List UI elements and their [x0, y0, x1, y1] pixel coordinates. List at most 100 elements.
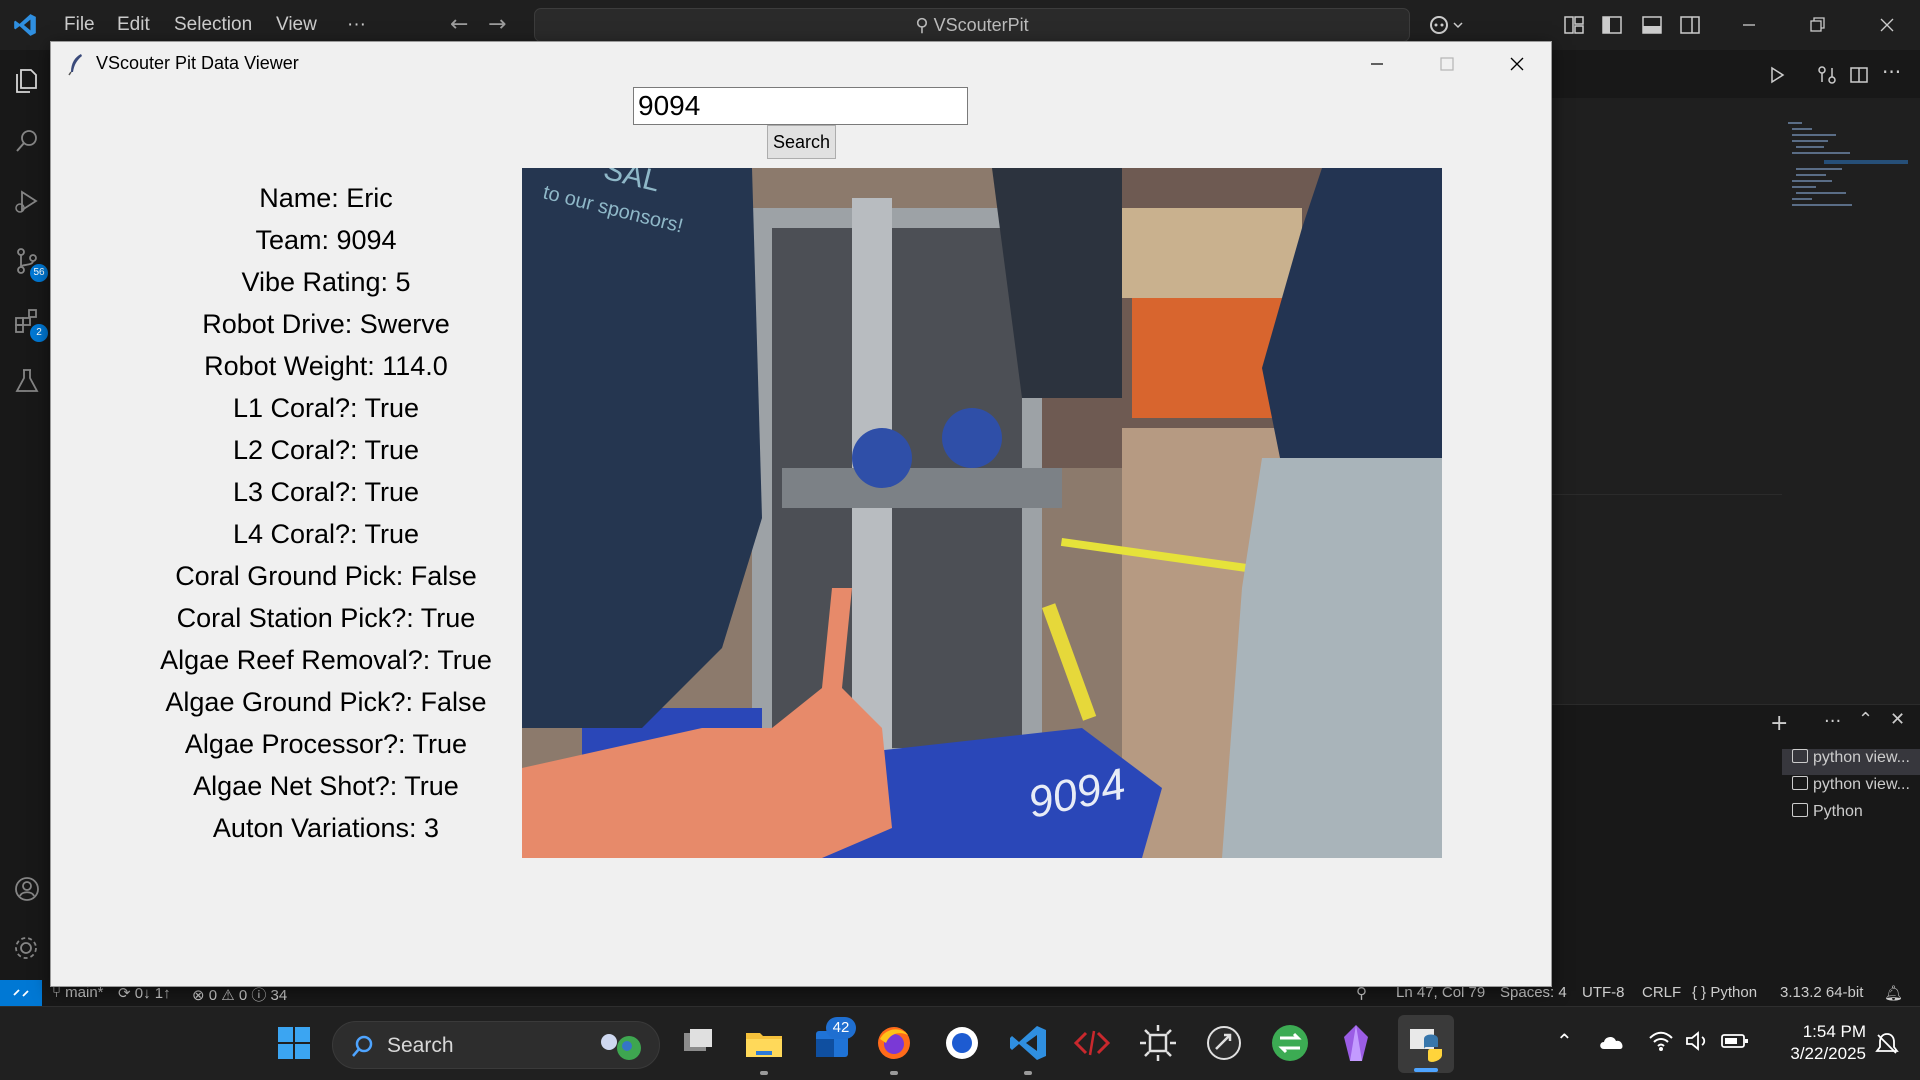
run-debug-icon[interactable] — [12, 186, 42, 216]
minimap[interactable] — [1788, 122, 1908, 242]
notifications-bell-icon[interactable]: 🔔︎ — [1884, 984, 1903, 1002]
robot-photo: 9094 to our sponsors! SAL — [522, 168, 1442, 858]
tk-feather-icon — [68, 54, 82, 76]
field-vibe-rating: Vibe Rating: 5 — [241, 267, 411, 297]
toggle-sidebar-icon[interactable] — [1600, 13, 1624, 37]
onedrive-cloud-icon[interactable] — [1598, 1031, 1628, 1053]
command-center-label: VScouterPit — [933, 15, 1029, 35]
search-icon[interactable] — [12, 126, 42, 156]
customize-layout-icon[interactable] — [1562, 13, 1586, 37]
activity-bar: 56 2 — [0, 50, 52, 980]
problems-status[interactable]: ⊗ 0 ⚠ 0 ⓘ 34 — [192, 984, 287, 1005]
sync-label: 0↓ 1↑ — [134, 985, 171, 1002]
firefox-running-indicator — [890, 1071, 898, 1075]
field-robot-drive: Robot Drive: Swerve — [202, 309, 450, 339]
toggle-panel-icon[interactable] — [1640, 13, 1664, 37]
vscode-close-icon[interactable] — [1872, 10, 1902, 40]
panel-more-icon[interactable]: ··· — [1824, 711, 1841, 732]
battery-icon[interactable] — [1720, 1031, 1750, 1051]
github-desktop-icon[interactable] — [1202, 1021, 1246, 1065]
taskbar-clock[interactable]: 1:54 PM 3/22/2025 — [1766, 1021, 1866, 1065]
show-hidden-icons-chevron-icon[interactable]: ⌃ — [1556, 1029, 1573, 1053]
open-changes-icon[interactable] — [1816, 64, 1838, 86]
terminal-panel: + ··· ⌃ ✕ python view... python view... … — [1552, 704, 1920, 980]
menu-view[interactable]: View — [276, 14, 317, 36]
editor-more-icon[interactable]: ··· — [1882, 60, 1901, 84]
terminal-tab-python-1[interactable]: python view... — [1782, 749, 1920, 775]
language-mode[interactable]: { } Python — [1692, 984, 1757, 1001]
sync-arrows-app-icon[interactable] — [1268, 1021, 1312, 1065]
terminal-tab-label: Python — [1813, 803, 1863, 820]
split-editor-icon[interactable] — [1848, 64, 1870, 86]
field-robot-weight: Robot Weight: 114.0 — [204, 351, 448, 381]
manage-gear-icon[interactable] — [12, 934, 42, 964]
accounts-icon[interactable] — [12, 874, 42, 904]
terminal-tab-python-2[interactable]: python view... — [1782, 776, 1920, 802]
code-tag-app-icon[interactable] — [1070, 1021, 1114, 1065]
encoding-status[interactable]: UTF-8 — [1582, 984, 1625, 1001]
search-icon — [352, 1035, 373, 1057]
sync-icon: ⟳ — [118, 985, 135, 1002]
maximize-panel-icon[interactable]: ⌃ — [1858, 709, 1873, 730]
toggle-secondary-sidebar-icon[interactable] — [1678, 13, 1702, 37]
team-search-input[interactable] — [633, 87, 968, 125]
remote-indicator[interactable] — [0, 980, 42, 1006]
field-l3-coral: L3 Coral?: True — [232, 477, 420, 507]
close-panel-icon[interactable]: ✕ — [1890, 709, 1905, 730]
editor-split-divider — [1552, 494, 1782, 495]
wifi-icon[interactable] — [1648, 1029, 1674, 1053]
field-auton-variations: Auton Variations: 3 — [212, 813, 440, 843]
field-team: Team: 9094 — [255, 225, 397, 255]
app-minimize-icon[interactable] — [1363, 50, 1391, 78]
taskbar-search[interactable]: Search — [332, 1021, 660, 1069]
pit-data-fields: Name: Eric Team: 9094 Vibe Rating: 5 Rob… — [111, 177, 541, 849]
vscode-running-indicator — [1024, 1071, 1032, 1075]
clock-time: 1:54 PM — [1802, 1022, 1866, 1041]
run-python-file-icon[interactable] — [1766, 64, 1788, 86]
python-interpreter[interactable]: 3.13.2 64-bit — [1780, 984, 1863, 1001]
chat-app-icon[interactable] — [940, 1021, 984, 1065]
vscode-taskbar-icon[interactable] — [1006, 1021, 1050, 1065]
brightness-app-icon[interactable] — [1136, 1021, 1180, 1065]
menu-file[interactable]: File — [64, 14, 95, 36]
forward-arrow-icon[interactable]: → — [488, 12, 506, 37]
app-close-icon[interactable] — [1503, 50, 1531, 78]
terminal-tab-python-3[interactable]: Python — [1782, 803, 1920, 829]
eol-status[interactable]: CRLF — [1642, 984, 1681, 1001]
windows-taskbar: Search 42 ⌃ 1:54 PM 3/22/2025 — [0, 1006, 1920, 1080]
taskbar-search-label: Search — [387, 1034, 454, 1057]
start-windows-icon[interactable] — [272, 1021, 316, 1065]
copilot-icon[interactable] — [1428, 13, 1464, 37]
firefox-icon[interactable] — [872, 1021, 916, 1065]
notification-center-icon[interactable] — [1874, 1031, 1900, 1057]
editor-tab-bar: ··· — [1552, 50, 1920, 98]
testing-flask-icon[interactable] — [12, 366, 42, 396]
menu-selection[interactable]: Selection — [174, 14, 252, 36]
command-center[interactable]: ⚲ VScouterPit — [534, 8, 1410, 42]
app-titlebar[interactable]: VScouter Pit Data Viewer — [51, 42, 1551, 86]
back-arrow-icon[interactable]: ← — [450, 12, 468, 37]
menu-more[interactable]: ··· — [347, 14, 366, 36]
vscode-minimize-icon[interactable] — [1734, 10, 1764, 40]
explorer-icon[interactable] — [12, 66, 42, 96]
file-explorer-icon[interactable] — [742, 1021, 786, 1065]
python-taskbar-active[interactable] — [1398, 1015, 1454, 1073]
app-maximize-icon[interactable] — [1433, 50, 1461, 78]
crystal-app-icon[interactable] — [1334, 1021, 1378, 1065]
field-algae-net-shot: Algae Net Shot?: True — [193, 771, 459, 801]
field-name: Name: Eric — [259, 183, 393, 213]
vscode-logo-icon — [14, 14, 36, 36]
search-button[interactable]: Search — [767, 125, 836, 159]
python-running-indicator — [1414, 1068, 1438, 1072]
python-idle-icon — [1410, 1029, 1442, 1062]
field-algae-ground-pick: Algae Ground Pick?: False — [165, 687, 487, 717]
menu-edit[interactable]: Edit — [117, 14, 150, 36]
task-view-icon[interactable] — [676, 1021, 720, 1065]
volume-icon[interactable] — [1684, 1029, 1710, 1053]
search-icon: ⚲ — [915, 15, 934, 35]
pit-data-viewer-window: VScouter Pit Data Viewer Search Name: Er… — [50, 41, 1552, 987]
terminal-icon — [1792, 803, 1808, 817]
new-terminal-icon[interactable]: + — [1770, 711, 1788, 736]
vscode-restore-icon[interactable] — [1802, 10, 1832, 40]
search-highlight-globe-icon — [601, 1034, 641, 1060]
